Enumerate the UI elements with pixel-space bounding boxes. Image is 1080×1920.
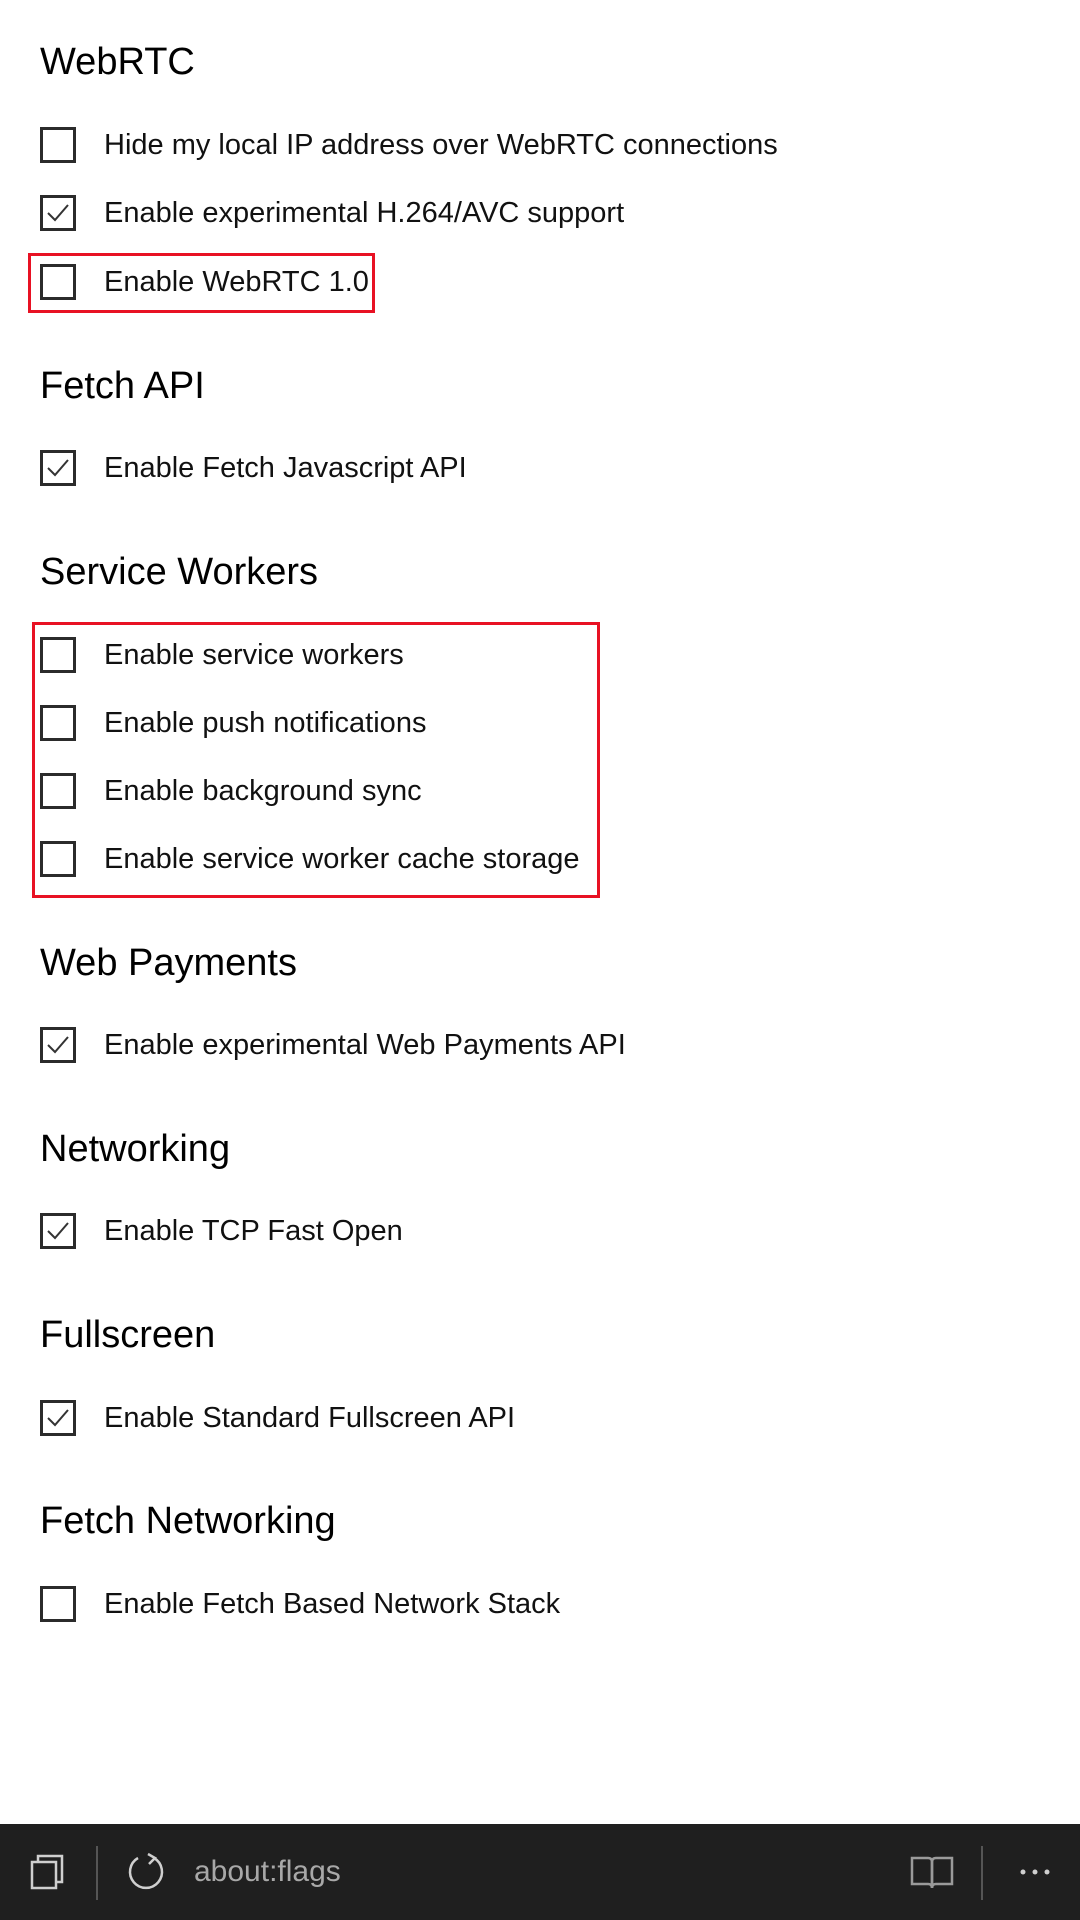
checkmark-icon [47,204,69,222]
checkbox-background-sync[interactable] [40,773,76,809]
checkbox-fetch-js-api[interactable] [40,450,76,486]
flag-label: Enable background sync [104,774,422,807]
flag-webrtc-1-0[interactable]: Enable WebRTC 1.0 [40,261,940,303]
checkbox-fetch-network-stack[interactable] [40,1586,76,1622]
checkbox-tcp-fast-open[interactable] [40,1213,76,1249]
reading-view-icon[interactable] [906,1824,958,1920]
divider [96,1846,98,1900]
flag-label: Enable service workers [104,638,404,671]
flag-background-sync[interactable]: Enable background sync [40,770,940,812]
flag-h264-avc[interactable]: Enable experimental H.264/AVC support [40,192,940,234]
flag-fetch-js-api[interactable]: Enable Fetch Javascript API [40,447,940,489]
flag-sw-cache-storage[interactable]: Enable service worker cache storage [40,838,940,880]
flag-label: Enable experimental H.264/AVC support [104,196,625,229]
flag-label: Enable service worker cache storage [104,842,580,875]
flag-standard-fullscreen[interactable]: Enable Standard Fullscreen API [40,1397,940,1439]
flag-label: Enable push notifications [104,706,427,739]
tabs-icon[interactable] [22,1824,74,1920]
heading-fetch-api: Fetch API [40,365,205,407]
checkbox-sw-cache-storage[interactable] [40,841,76,877]
flag-label: Enable Fetch Javascript API [104,451,467,484]
flag-fetch-network-stack[interactable]: Enable Fetch Based Network Stack [40,1583,940,1625]
browser-bottom-bar: about:flags [0,1824,1080,1920]
flag-hide-local-ip[interactable]: Hide my local IP address over WebRTC con… [40,124,940,166]
checkmark-icon [47,1036,69,1054]
flag-tcp-fast-open[interactable]: Enable TCP Fast Open [40,1210,940,1252]
checkbox-hide-local-ip[interactable] [40,127,76,163]
checkbox-h264-avc[interactable] [40,195,76,231]
checkbox-webrtc-1-0[interactable] [40,264,76,300]
checkmark-icon [47,459,69,477]
heading-service-workers: Service Workers [40,551,319,593]
flag-label: Enable Fetch Based Network Stack [104,1587,561,1620]
flag-service-workers[interactable]: Enable service workers [40,634,940,676]
checkbox-web-payments[interactable] [40,1027,76,1063]
heading-networking: Networking [40,1128,231,1170]
flag-label: Enable Standard Fullscreen API [104,1401,516,1434]
refresh-icon[interactable] [120,1824,172,1920]
checkbox-standard-fullscreen[interactable] [40,1400,76,1436]
heading-fetch-networking: Fetch Networking [40,1500,336,1542]
address-bar[interactable]: about:flags [194,1824,341,1920]
flag-label: Hide my local IP address over WebRTC con… [104,128,778,161]
flag-push-notifications[interactable]: Enable push notifications [40,702,940,744]
checkbox-service-workers[interactable] [40,637,76,673]
checkbox-push-notifications[interactable] [40,705,76,741]
divider [981,1846,983,1900]
checkmark-icon [47,1222,69,1240]
heading-fullscreen: Fullscreen [40,1314,216,1356]
heading-webrtc: WebRTC [40,41,195,83]
flag-web-payments[interactable]: Enable experimental Web Payments API [40,1024,940,1066]
checkmark-icon [47,1409,69,1427]
flag-label: Enable WebRTC 1.0 [104,265,369,298]
flag-label: Enable TCP Fast Open [104,1214,403,1247]
heading-web-payments: Web Payments [40,942,297,984]
flag-label: Enable experimental Web Payments API [104,1028,626,1061]
more-options-icon[interactable] [1010,1824,1060,1920]
